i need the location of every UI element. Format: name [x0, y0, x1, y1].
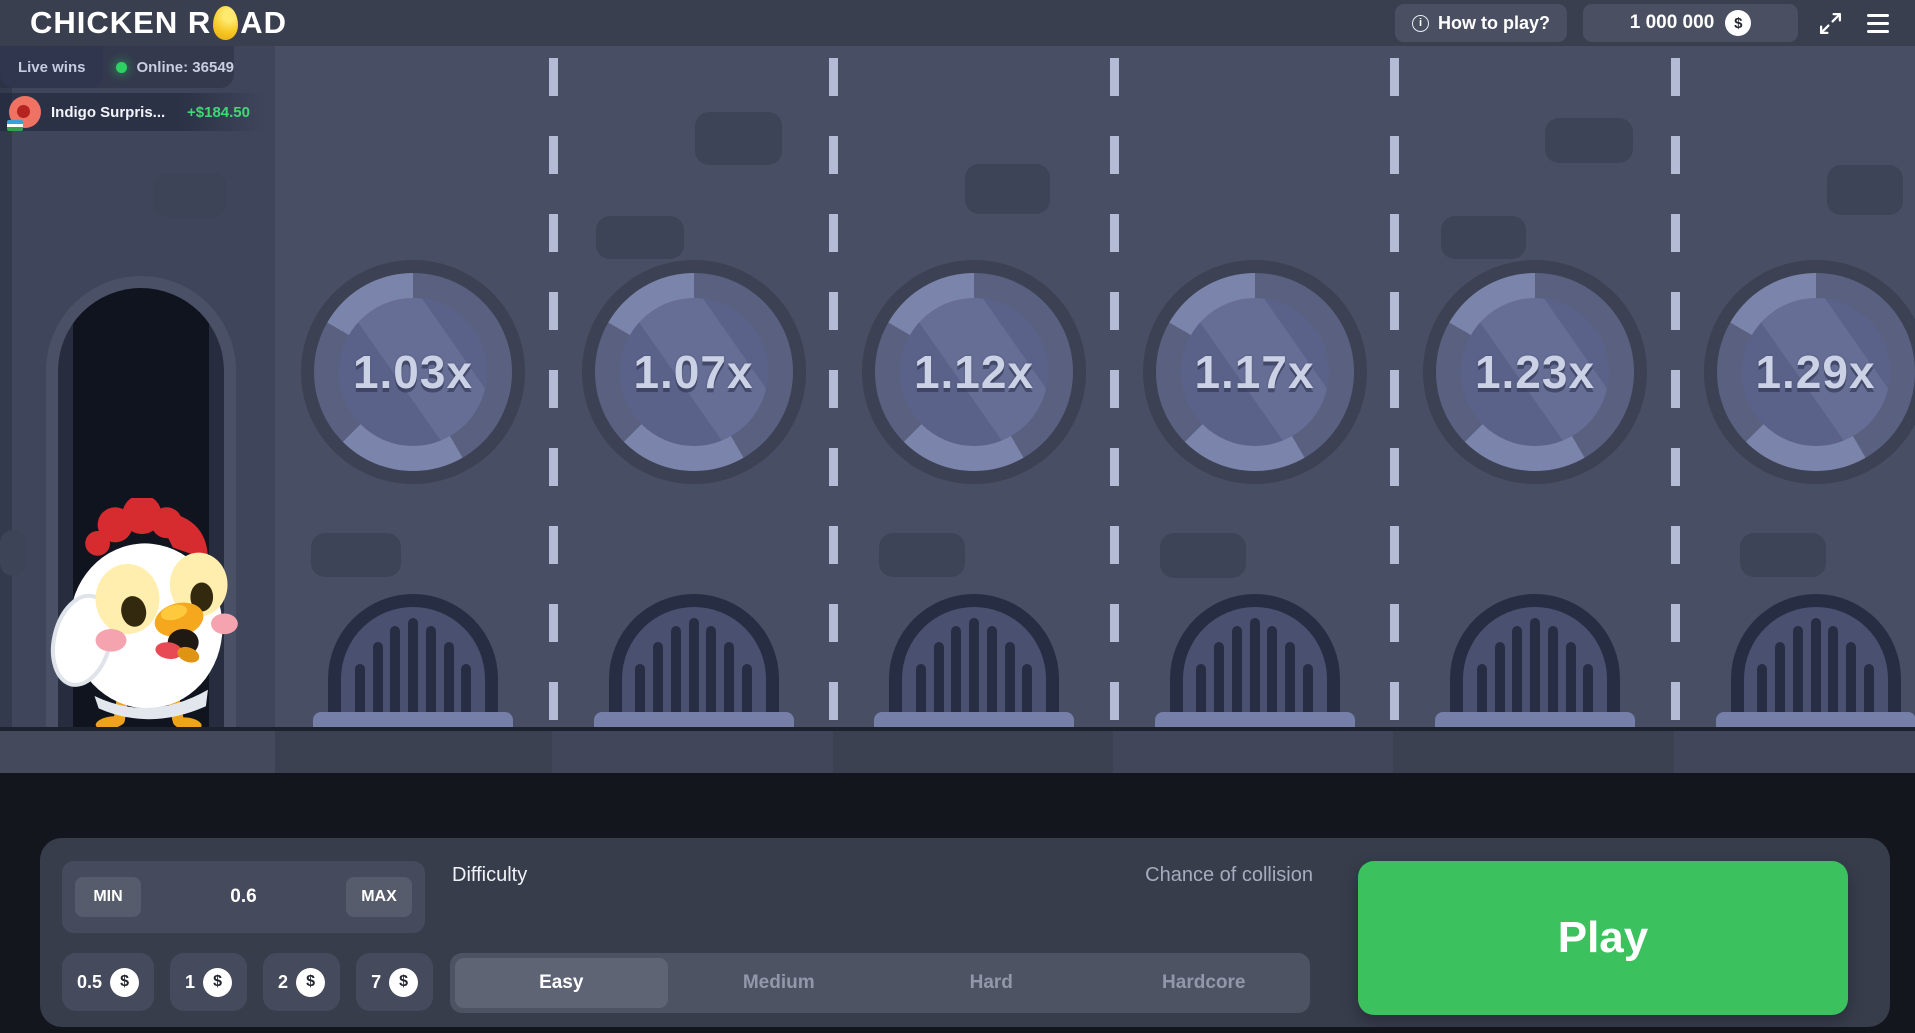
sewer-grate: [609, 594, 779, 727]
difficulty-label: Difficulty: [452, 864, 527, 887]
quick-bet-value: 7: [371, 972, 381, 993]
dollar-coin-icon: $: [203, 968, 232, 997]
road-patch: [1827, 165, 1903, 215]
menu-button[interactable]: [1863, 10, 1893, 37]
quick-bet-value: 1: [185, 972, 195, 993]
game-board: 1.03x 1.07x 1.12x 1.17x 1.23x 1.29x: [0, 46, 1915, 727]
multiplier-value: 1.23x: [1475, 345, 1595, 399]
road-patch: [1441, 216, 1526, 259]
multiplier-value: 1.17x: [1194, 345, 1314, 399]
online-count: Online: 36549: [136, 59, 234, 76]
multiplier-manhole: 1.12x: [862, 260, 1086, 484]
live-wins-tab[interactable]: Live wins: [0, 46, 103, 88]
grate-sill: [313, 712, 513, 727]
road-curb: [0, 727, 1915, 773]
live-wins-header: Live wins Online: 36549: [0, 46, 234, 88]
fullscreen-icon: [1818, 11, 1843, 36]
online-dot-icon: [116, 62, 127, 73]
chicken-character: [50, 498, 238, 727]
top-bar: CHICKEN R AD i How to play? 1 000 000 $: [0, 0, 1915, 46]
win-amount: +$184.50: [187, 104, 250, 121]
road-patch: [695, 112, 782, 165]
multiplier-manhole: 1.29x: [1704, 260, 1915, 484]
live-win-entry: Indigo Surpris... +$184.50: [0, 93, 265, 131]
grate-sill: [1155, 712, 1355, 727]
multiplier-manhole: 1.17x: [1143, 260, 1367, 484]
how-to-play-label: How to play?: [1438, 13, 1550, 34]
lane-divider: [829, 58, 838, 727]
road-patch: [1160, 533, 1246, 578]
grate-sill: [594, 712, 794, 727]
grate-sill: [874, 712, 1074, 727]
difficulty-tab-medium[interactable]: Medium: [673, 953, 886, 1013]
quick-bet-button[interactable]: 0.5 $: [62, 953, 154, 1011]
menu-icon: [1867, 14, 1889, 17]
balance-value: 1 000 000: [1630, 12, 1715, 34]
info-icon: i: [1412, 15, 1429, 32]
road-patch: [153, 173, 227, 217]
chance-of-collision-label: Chance of collision: [1145, 864, 1313, 887]
road-patch: [1545, 118, 1633, 163]
grate-sill: [1435, 712, 1635, 727]
logo-text-right: AD: [240, 5, 287, 41]
fullscreen-button[interactable]: [1814, 7, 1847, 40]
multiplier-value: 1.12x: [914, 345, 1034, 399]
egg-icon: [213, 6, 238, 40]
difficulty-tabs: EasyMediumHardHardcore: [450, 953, 1310, 1013]
lane-divider: [1390, 58, 1399, 727]
lane-divider: [1110, 58, 1119, 727]
control-panel: MIN MAX 0.5$1$2$7$ Difficulty Chance of …: [40, 838, 1890, 1027]
sewer-grate: [328, 594, 498, 727]
sewer-grate: [1450, 594, 1620, 727]
dollar-coin-icon: $: [389, 968, 418, 997]
player-name: Indigo Surpris...: [51, 104, 183, 121]
difficulty-tab-hard[interactable]: Hard: [885, 953, 1098, 1013]
multiplier-manhole: 1.07x: [582, 260, 806, 484]
grate-sill: [1716, 712, 1915, 727]
quick-bet-value: 0.5: [77, 972, 102, 993]
multiplier-value: 1.07x: [633, 345, 753, 399]
bet-amount-input[interactable]: [152, 861, 335, 933]
min-bet-button[interactable]: MIN: [75, 877, 141, 917]
quick-bet-button[interactable]: 1$: [170, 953, 247, 1011]
dollar-coin-icon: $: [1725, 10, 1751, 36]
quick-bet-button[interactable]: 7$: [356, 953, 433, 1011]
quick-bet-button[interactable]: 2$: [263, 953, 340, 1011]
quick-bet-buttons: 0.5$1$2$7$: [62, 953, 433, 1011]
sewer-grate: [1731, 594, 1901, 727]
road-patch: [1740, 533, 1826, 577]
lane-divider: [549, 58, 558, 727]
dollar-coin-icon: $: [296, 968, 325, 997]
difficulty-tab-easy[interactable]: Easy: [455, 958, 668, 1008]
road-patch: [965, 164, 1050, 214]
road-patch: [0, 530, 26, 576]
bet-amount-control: MIN MAX: [62, 861, 425, 933]
lane-divider: [1671, 58, 1680, 727]
road-patch: [879, 533, 965, 577]
road-patch: [311, 533, 401, 577]
sewer-grate: [1170, 594, 1340, 727]
max-bet-button[interactable]: MAX: [346, 877, 412, 917]
multiplier-manhole: 1.23x: [1423, 260, 1647, 484]
header-actions: i How to play? 1 000 000 $: [1395, 4, 1893, 42]
dollar-coin-icon: $: [110, 968, 139, 997]
logo: CHICKEN R AD: [30, 5, 287, 41]
how-to-play-button[interactable]: i How to play?: [1395, 4, 1567, 42]
multiplier-value: 1.03x: [353, 345, 473, 399]
player-flag-icon: [7, 120, 23, 131]
player-avatar: [9, 96, 41, 128]
difficulty-tab-hardcore[interactable]: Hardcore: [1098, 953, 1311, 1013]
sewer-grate: [889, 594, 1059, 727]
logo-text-left: CHICKEN R: [30, 5, 211, 41]
balance-display: 1 000 000 $: [1583, 4, 1798, 42]
multiplier-manhole: 1.03x: [301, 260, 525, 484]
road-patch: [596, 216, 684, 259]
chicken-road-app: CHICKEN R AD i How to play? 1 000 000 $: [0, 0, 1915, 1033]
multiplier-value: 1.29x: [1755, 345, 1875, 399]
play-button[interactable]: Play: [1358, 861, 1848, 1015]
quick-bet-value: 2: [278, 972, 288, 993]
